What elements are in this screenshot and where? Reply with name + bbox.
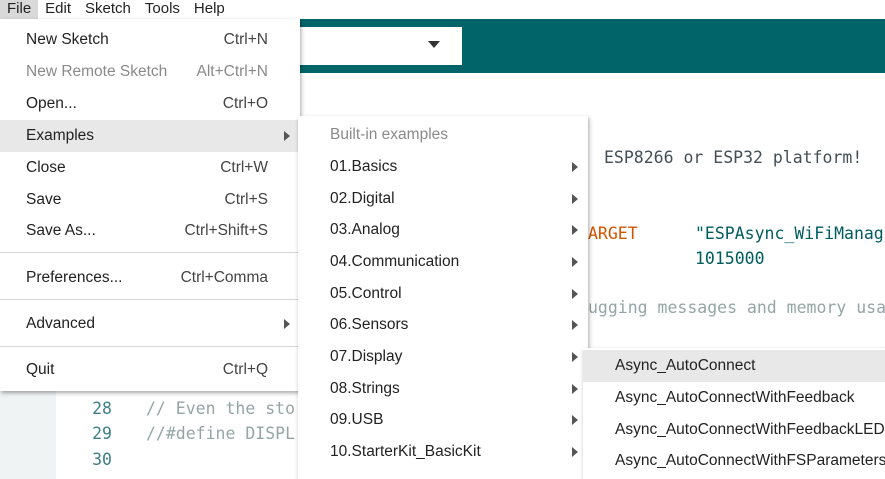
menu-edit[interactable]: Edit <box>38 0 78 19</box>
code-fragment-debug: ugging messages and memory usa <box>588 298 885 317</box>
menu-item-label: 05.Control <box>330 285 402 302</box>
toolbar <box>300 19 885 73</box>
sketch-submenu: Async_AutoConnect Async_AutoConnectWithF… <box>583 348 885 479</box>
examples-item-basics[interactable]: 01.Basics <box>298 151 588 183</box>
menu-item-label: Examples <box>26 127 95 144</box>
chevron-right-icon <box>572 384 578 394</box>
menu-item-label: 04.Communication <box>330 253 460 270</box>
code-line: //#define DISPL <box>146 424 296 443</box>
menu-item-label: 01.Basics <box>330 158 398 175</box>
menu-item-shortcut: Alt+Ctrl+N <box>196 63 269 80</box>
chevron-down-icon[interactable] <box>428 41 440 48</box>
chevron-right-icon <box>572 194 578 204</box>
chevron-right-icon <box>572 447 578 457</box>
menu-item-shortcut: Ctrl+O <box>222 95 268 112</box>
menu-help[interactable]: Help <box>187 0 232 19</box>
menu-item-label: 08.Strings <box>330 380 400 397</box>
menu-item-label: Async_AutoConnectWithFSParameters <box>615 452 885 469</box>
menu-item-label: 03.Analog <box>330 221 400 238</box>
file-menu: New Sketch Ctrl+N New Remote Sketch Alt+… <box>0 19 300 391</box>
code-line: // Even the sto <box>146 399 296 418</box>
code-fragment-string: "ESPAsync_WiFiManag <box>695 224 884 243</box>
menu-item-label: Advanced <box>26 315 95 332</box>
file-menu-new-remote-sketch: New Remote Sketch Alt+Ctrl+N <box>0 56 300 88</box>
sketch-item-autoconnect-fs-parameters[interactable]: Async_AutoConnectWithFSParameters <box>583 445 885 477</box>
menu-item-label: 09.USB <box>330 411 384 428</box>
menu-item-shortcut: Ctrl+Comma <box>180 269 268 286</box>
file-menu-advanced[interactable]: Advanced <box>0 308 300 340</box>
file-menu-new-sketch[interactable]: New Sketch Ctrl+N <box>0 24 300 56</box>
chevron-right-icon <box>572 162 578 172</box>
file-menu-open[interactable]: Open... Ctrl+O <box>0 88 300 120</box>
menu-item-shortcut: Ctrl+S <box>224 191 269 208</box>
menu-item-label: Close <box>26 159 66 176</box>
code-fragment-number: 1015000 <box>695 249 765 268</box>
menu-item-label: Preferences... <box>26 269 123 286</box>
code-fragment-platform: ESP8266 or ESP32 platform! <box>604 148 863 167</box>
examples-item-strings[interactable]: 08.Strings <box>298 373 588 405</box>
chevron-right-icon <box>572 320 578 330</box>
menu-item-label: 02.Digital <box>330 190 395 207</box>
examples-item-starterkit[interactable]: 10.StarterKit_BasicKit <box>298 436 588 468</box>
menu-file[interactable]: File <box>0 0 39 19</box>
sketch-item-autoconnect-feedback-led[interactable]: Async_AutoConnectWithFeedbackLED <box>583 414 885 446</box>
line-number: 29 <box>92 424 112 443</box>
line-number: 28 <box>92 399 112 418</box>
menu-item-label: New Remote Sketch <box>26 63 168 80</box>
examples-item-control[interactable]: 05.Control <box>298 278 588 310</box>
chevron-right-icon <box>572 352 578 362</box>
menu-item-label: Async_AutoConnectWithFeedbackLED <box>615 421 885 438</box>
file-menu-save[interactable]: Save Ctrl+S <box>0 184 300 216</box>
examples-item-digital[interactable]: 02.Digital <box>298 183 588 215</box>
menu-divider <box>0 346 300 347</box>
menu-item-label: 06.Sensors <box>330 316 409 333</box>
menu-item-label: New Sketch <box>26 31 109 48</box>
code-fragment-target: ARGET <box>588 224 638 243</box>
examples-submenu: Built-in examples 01.Basics 02.Digital 0… <box>298 116 588 479</box>
examples-item-sensors[interactable]: 06.Sensors <box>298 309 588 341</box>
menu-item-label: 10.StarterKit_BasicKit <box>330 443 481 460</box>
menu-item-label: Async_AutoConnectWithFeedback <box>615 389 855 406</box>
examples-item-usb[interactable]: 09.USB <box>298 404 588 436</box>
examples-item-display[interactable]: 07.Display <box>298 341 588 373</box>
sketch-item-autoconnect[interactable]: Async_AutoConnect <box>583 350 885 382</box>
menu-bar: File Edit Sketch Tools Help <box>0 0 885 19</box>
examples-item-analog[interactable]: 03.Analog <box>298 214 588 246</box>
file-menu-close[interactable]: Close Ctrl+W <box>0 152 300 184</box>
file-menu-examples[interactable]: Examples <box>0 120 300 152</box>
menu-item-shortcut: Ctrl+Q <box>222 361 268 378</box>
examples-header: Built-in examples <box>298 119 588 151</box>
menu-sketch[interactable]: Sketch <box>78 0 138 19</box>
menu-divider <box>0 299 300 300</box>
menu-tools[interactable]: Tools <box>138 0 187 19</box>
menu-divider <box>0 252 300 253</box>
chevron-right-icon <box>572 257 578 267</box>
file-menu-quit[interactable]: Quit Ctrl+Q <box>0 354 300 386</box>
line-number: 30 <box>92 450 112 469</box>
menu-item-label: Save <box>26 191 62 208</box>
menu-section-label: Built-in examples <box>330 126 449 143</box>
chevron-right-icon <box>572 289 578 299</box>
menu-item-shortcut: Ctrl+Shift+S <box>184 222 268 239</box>
board-selector[interactable] <box>300 27 462 65</box>
menu-item-label: Async_AutoConnect <box>615 357 756 374</box>
menu-item-label: Quit <box>26 361 55 378</box>
chevron-right-icon <box>284 319 290 329</box>
file-menu-save-as[interactable]: Save As... Ctrl+Shift+S <box>0 215 300 247</box>
chevron-right-icon <box>572 225 578 235</box>
menu-item-shortcut: Ctrl+W <box>220 159 268 176</box>
menu-item-shortcut: Ctrl+N <box>223 31 268 48</box>
examples-item-communication[interactable]: 04.Communication <box>298 246 588 278</box>
chevron-right-icon <box>284 131 290 141</box>
menu-item-label: Open... <box>26 95 77 112</box>
sketch-item-autoconnect-feedback[interactable]: Async_AutoConnectWithFeedback <box>583 382 885 414</box>
menu-item-label: Save As... <box>26 222 96 239</box>
file-menu-preferences[interactable]: Preferences... Ctrl+Comma <box>0 262 300 294</box>
menu-item-label: 07.Display <box>330 348 403 365</box>
chevron-right-icon <box>572 415 578 425</box>
